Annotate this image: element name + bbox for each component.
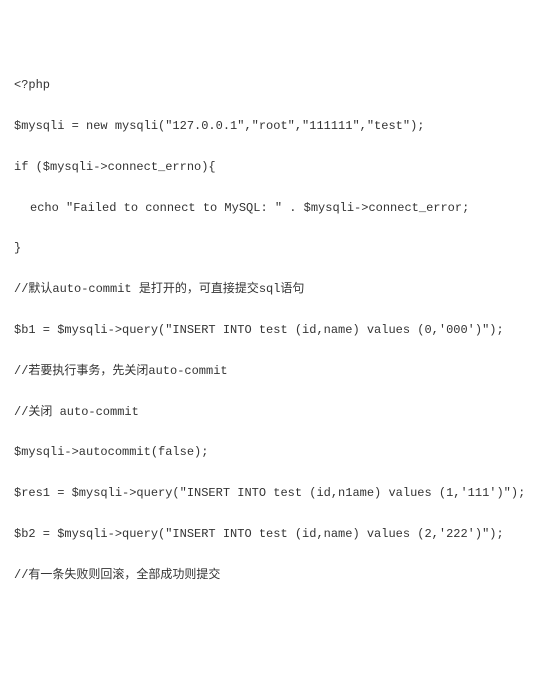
code-line: $b1 = $mysqli->query("INSERT INTO test (… [14,322,545,339]
code-line: echo "Failed to connect to MySQL: " . $m… [14,200,545,217]
code-line: //默认auto-commit 是打开的，可直接提交sql语句 [14,281,545,298]
code-line: $mysqli = new mysqli("127.0.0.1","root",… [14,118,545,135]
code-line: if ($mysqli->connect_errno){ [14,159,545,176]
code-line: $b2 = $mysqli->query("INSERT INTO test (… [14,526,545,543]
code-line: //有一条失败则回滚，全部成功则提交 [14,567,545,584]
code-line: <?php [14,77,545,94]
code-line: $mysqli->autocommit(false); [14,444,545,461]
code-line: } [14,240,545,257]
code-line: //关闭 auto-commit [14,404,545,421]
code-line: $res1 = $mysqli->query("INSERT INTO test… [14,485,545,502]
code-line: //若要执行事务，先关闭auto-commit [14,363,545,380]
code-block: <?php $mysqli = new mysqli("127.0.0.1","r… [14,77,545,583]
